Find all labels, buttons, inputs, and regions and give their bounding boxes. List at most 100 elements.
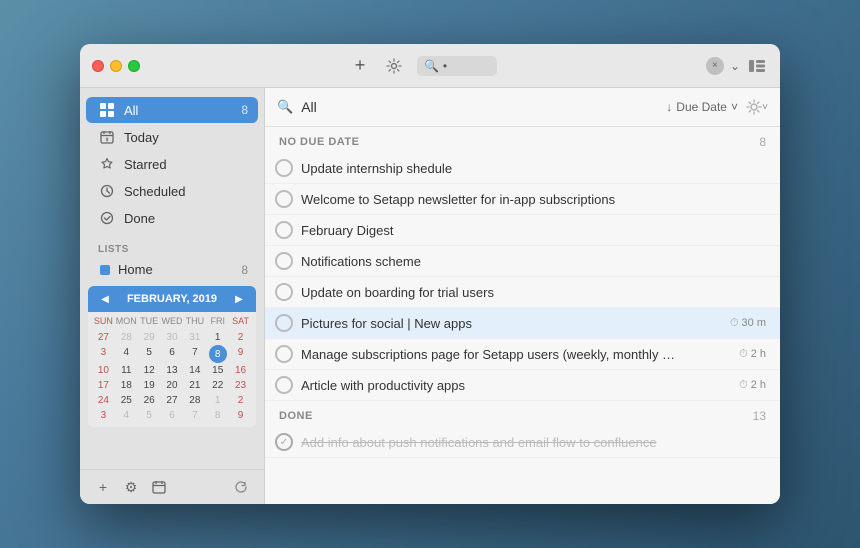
sidebar-item-today[interactable]: 9 Today [86,124,258,150]
cal-day[interactable]: 6 [161,408,184,423]
calendar-view-button[interactable] [148,476,170,498]
cal-day[interactable]: 28 [115,330,138,345]
sidebar-item-starred[interactable]: Starred [86,151,258,177]
sidebar-list-home[interactable]: Home 8 [86,258,258,281]
task-meta-time: 2 h [751,379,766,391]
clear-button[interactable]: × [706,57,724,75]
cal-day[interactable]: 16 [229,363,252,378]
maximize-button[interactable] [128,60,140,72]
star-icon [98,155,116,173]
cal-day[interactable]: 30 [161,330,184,345]
sidebar-item-done[interactable]: Done [86,205,258,231]
cal-day[interactable]: 25 [115,393,138,408]
cal-day[interactable]: 19 [138,378,161,393]
sidebar-item-all[interactable]: All 8 [86,97,258,123]
sidebar-footer: + ⚙ [80,469,264,504]
search-bar[interactable]: 🔍 • [417,56,497,76]
sun-button[interactable]: ˅ [746,96,768,118]
task-checkbox[interactable] [275,190,293,208]
task-row[interactable]: February Digest [265,215,780,246]
task-checkbox[interactable] [275,252,293,270]
cal-day[interactable]: 3 [92,345,115,363]
cal-day[interactable]: 14 [183,363,206,378]
cal-day[interactable]: 22 [206,378,229,393]
cal-day[interactable]: 15 [206,363,229,378]
task-checkbox[interactable] [275,376,293,394]
cal-day[interactable]: 8 [206,408,229,423]
task-row-done[interactable]: Add info about push notifications and em… [265,427,780,458]
grid-icon [98,101,116,119]
cal-day[interactable]: 6 [161,345,184,363]
cal-day[interactable]: 4 [115,345,138,363]
task-label-done: Add info about push notifications and em… [301,435,766,450]
task-checkbox[interactable] [275,221,293,239]
calendar-prev-button[interactable]: ◀ [96,290,114,308]
search-dot: • [443,59,447,73]
calendar-next-button[interactable]: ▶ [230,290,248,308]
cal-day[interactable]: 23 [229,378,252,393]
cal-day[interactable]: 20 [161,378,184,393]
clock-icon [98,182,116,200]
sidebar-item-scheduled-label: Scheduled [124,184,248,199]
cal-day[interactable]: 29 [138,330,161,345]
add-list-button[interactable]: + [92,476,114,498]
lists-section-label: LISTS [80,236,264,257]
sort-button[interactable]: ↓ Due Date ˅ [666,100,738,114]
minimize-button[interactable] [110,60,122,72]
task-row[interactable]: Update on boarding for trial users [265,277,780,308]
cal-day[interactable]: 10 [92,363,115,378]
dow-tue: TUE [138,314,161,328]
sidebar-toggle-button[interactable] [746,55,768,77]
cal-day[interactable]: 13 [161,363,184,378]
cal-day[interactable]: 2 [229,393,252,408]
task-row[interactable]: Welcome to Setapp newsletter for in-app … [265,184,780,215]
cal-day[interactable]: 1 [206,393,229,408]
task-row[interactable]: Article with productivity apps ⏱ 2 h [265,370,780,401]
refresh-button[interactable] [230,476,252,498]
task-row[interactable]: Update internship shedule [265,153,780,184]
task-checkbox[interactable] [275,314,293,332]
task-row[interactable]: Manage subscriptions page for Setapp use… [265,339,780,370]
cal-day[interactable]: 9 [229,345,252,363]
sidebar-item-scheduled[interactable]: Scheduled [86,178,258,204]
cal-day[interactable]: 17 [92,378,115,393]
section-count-no-due-date: 8 [759,135,766,149]
cal-day[interactable]: 7 [183,408,206,423]
cal-day[interactable]: 28 [183,393,206,408]
add-task-button[interactable]: + [349,55,371,77]
gear-icon[interactable] [383,55,405,77]
cal-day[interactable]: 27 [92,330,115,345]
settings-button[interactable]: ⚙ [120,476,142,498]
cal-day[interactable]: 27 [161,393,184,408]
cal-day[interactable]: 26 [138,393,161,408]
cal-day[interactable]: 2 [229,330,252,345]
titlebar-center: + 🔍 • [349,55,497,77]
cal-day[interactable]: 21 [183,378,206,393]
cal-day[interactable]: 5 [138,345,161,363]
cal-day[interactable]: 18 [115,378,138,393]
task-checkbox-done[interactable] [275,433,293,451]
task-checkbox[interactable] [275,345,293,363]
task-checkbox[interactable] [275,283,293,301]
section-count-done: 13 [753,409,766,423]
cal-day[interactable]: 3 [92,408,115,423]
cal-day[interactable]: 31 [183,330,206,345]
task-row[interactable]: Notifications scheme [265,246,780,277]
cal-day[interactable]: 12 [138,363,161,378]
sidebar: All 8 9 Today [80,88,265,504]
task-row-selected[interactable]: Pictures for social | New apps ⏱ 30 m [265,308,780,339]
cal-day[interactable]: 1 [206,330,229,345]
cal-day[interactable]: 5 [138,408,161,423]
task-meta: ⏱ 30 m [730,317,766,330]
cal-day[interactable]: 7 [183,345,206,363]
dow-sun: SUN [92,314,115,328]
cal-day[interactable]: 4 [115,408,138,423]
chevron-down-icon[interactable]: ⌄ [730,59,740,73]
traffic-lights [92,60,140,72]
cal-day[interactable]: 9 [229,408,252,423]
cal-today[interactable]: 8 [209,345,227,363]
cal-day[interactable]: 24 [92,393,115,408]
task-checkbox[interactable] [275,159,293,177]
cal-day[interactable]: 11 [115,363,138,378]
close-button[interactable] [92,60,104,72]
